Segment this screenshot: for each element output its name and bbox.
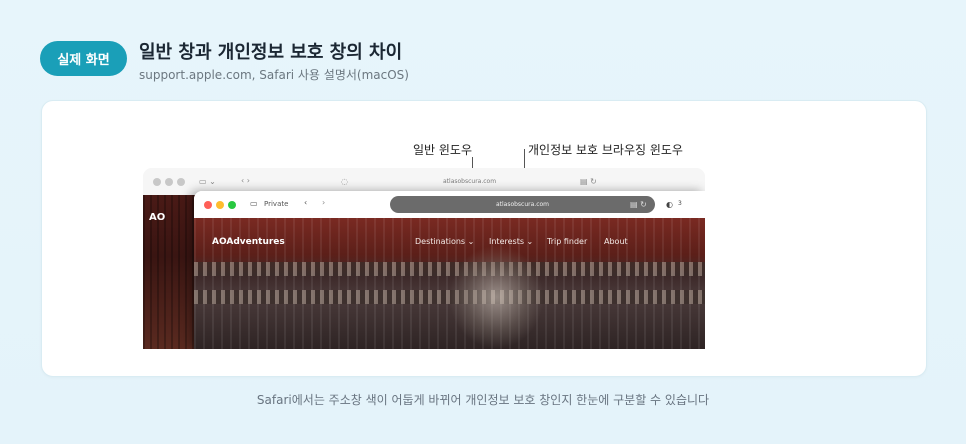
- label-badge: 실제 화면: [40, 41, 127, 76]
- close-dot-icon[interactable]: [204, 201, 212, 209]
- nav-item-interests[interactable]: Interests ⌄: [489, 237, 533, 246]
- figure-caption: Safari에서는 주소창 색이 어둡게 바뀌어 개인정보 보호 창인지 한눈에…: [256, 393, 710, 407]
- nav-item-about[interactable]: About: [604, 237, 628, 246]
- private-browser-window[interactable]: ▭ Private ‹ › atlasobscura.com ▤ ↻ ◐ 3 A…: [194, 191, 705, 349]
- annotation-normal-window: 일반 윈도우: [413, 143, 473, 157]
- page-title: 일반 창과 개인정보 보호 창의 차이: [139, 42, 403, 63]
- forward-icon[interactable]: ›: [322, 198, 325, 207]
- private-window-page: AOAdventures Destinations ⌄ Interests ⌄ …: [194, 218, 705, 349]
- sidebar-icon[interactable]: ▭: [250, 199, 258, 208]
- minimize-dot-icon[interactable]: [165, 178, 173, 186]
- tab-count: 3: [678, 200, 682, 207]
- site-logo[interactable]: AOAdventures: [212, 237, 285, 247]
- close-dot-icon[interactable]: [153, 178, 161, 186]
- annotation-private-window: 개인정보 보호 브라우징 윈도우: [528, 143, 683, 157]
- translate-reload-icon[interactable]: ▤ ↻: [630, 200, 647, 209]
- translate-reload-icon[interactable]: ▤ ↻: [580, 177, 597, 186]
- sidebar-icon[interactable]: ▭ ⌄: [199, 177, 216, 186]
- page-subtitle: support.apple.com, Safari 사용 설명서(macOS): [139, 68, 409, 82]
- zoom-dot-icon[interactable]: [177, 178, 185, 186]
- chandelier-image: [449, 245, 544, 349]
- browser-scene: ▭ ⌄ ‹ › ◌ atlasobscura.com ▤ ↻ AO ▭ Priv…: [143, 168, 705, 349]
- normal-window-address[interactable]: atlasobscura.com: [443, 178, 496, 185]
- normal-window-logo: AO: [149, 212, 166, 223]
- tab-overview-icon[interactable]: ◐: [666, 200, 673, 209]
- private-address-bar[interactable]: atlasobscura.com: [390, 196, 655, 213]
- back-icon[interactable]: ‹: [304, 198, 307, 207]
- shield-icon[interactable]: ◌: [341, 177, 348, 186]
- back-forward-icon[interactable]: ‹ ›: [241, 176, 250, 185]
- nav-item-destinations[interactable]: Destinations ⌄: [415, 237, 474, 246]
- minimize-dot-icon[interactable]: [216, 201, 224, 209]
- private-window-toolbar: ▭ Private ‹ › atlasobscura.com ▤ ↻ ◐ 3: [194, 191, 705, 218]
- nav-item-trip-finder[interactable]: Trip finder: [547, 237, 587, 246]
- private-address-text: atlasobscura.com: [495, 201, 550, 208]
- zoom-dot-icon[interactable]: [228, 201, 236, 209]
- private-indicator: Private: [264, 200, 289, 208]
